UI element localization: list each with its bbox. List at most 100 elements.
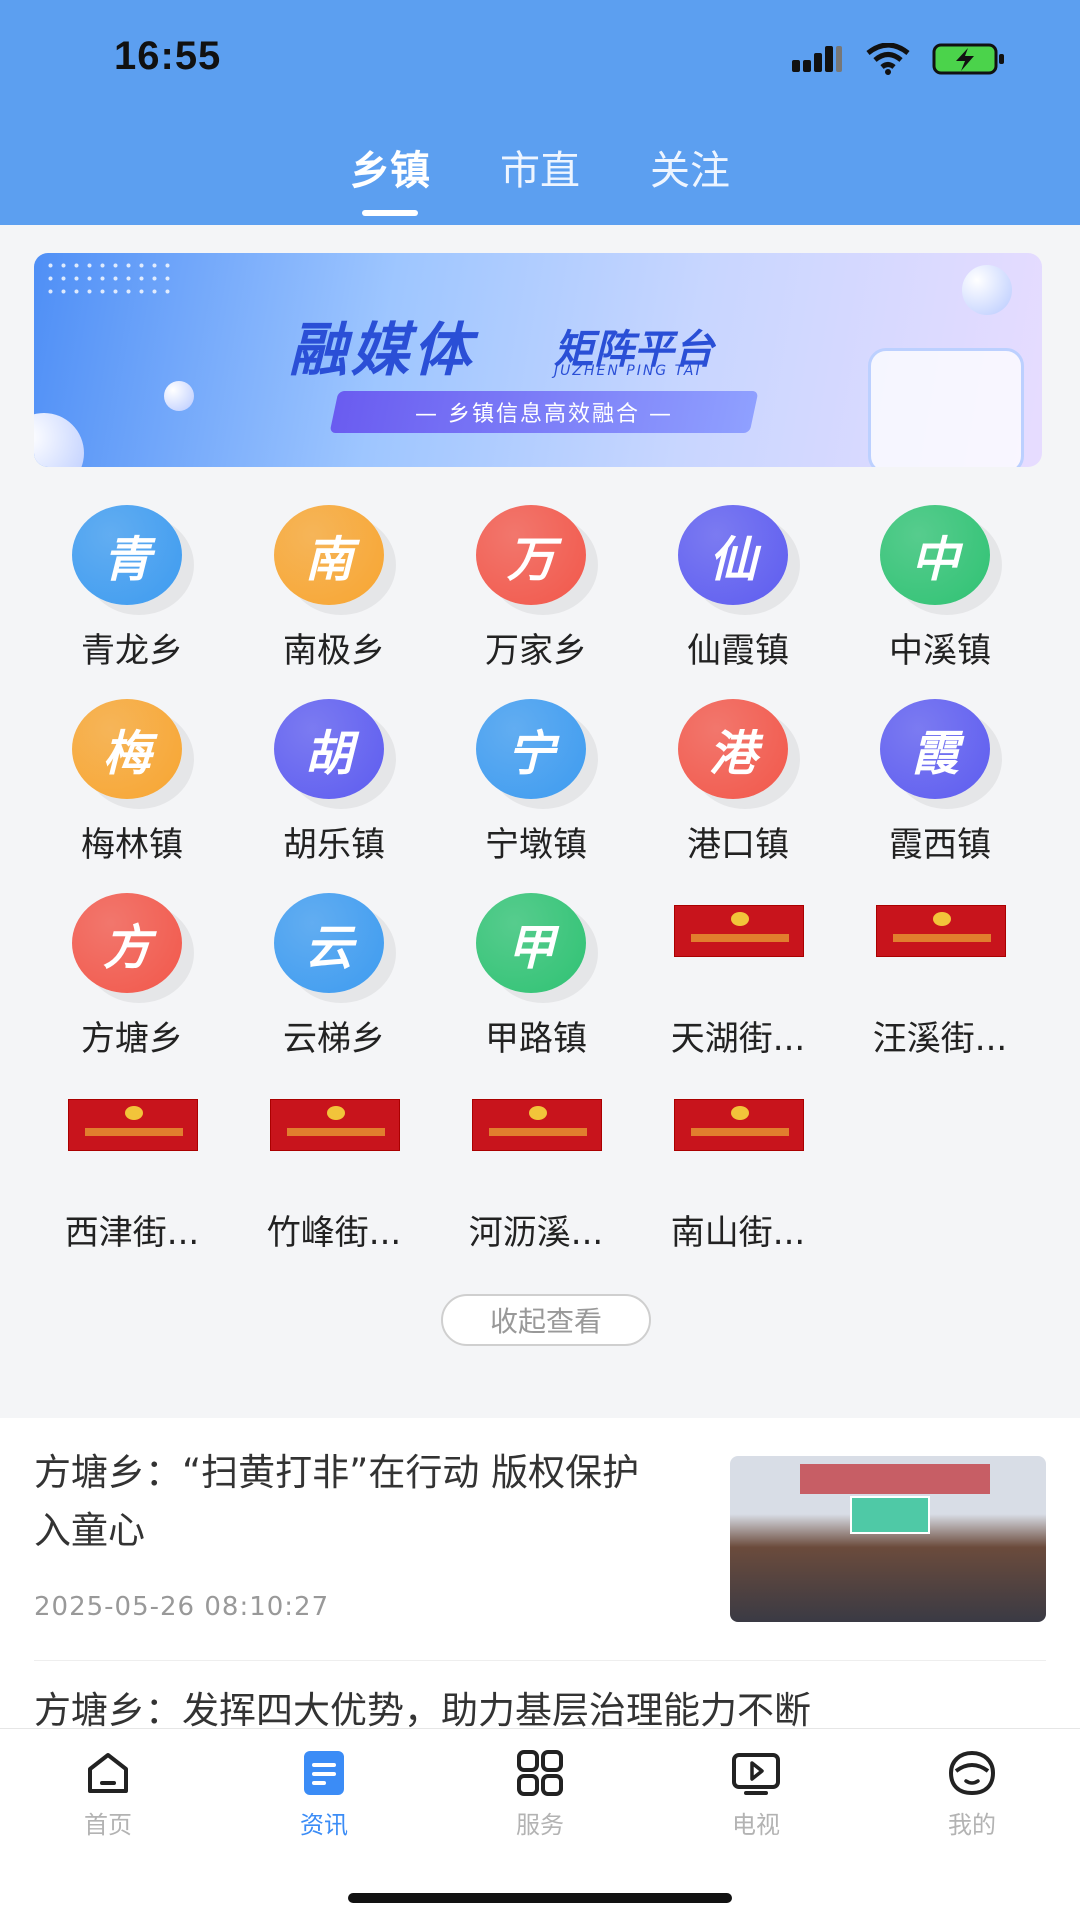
news-thumbnail[interactable] [730, 1456, 1046, 1622]
bottom-nav: 首页 资讯 服务 电视 我的 [0, 1728, 1080, 1921]
nav-news-label: 资讯 [300, 1811, 348, 1839]
thumbnail-screen [850, 1496, 930, 1534]
town-item[interactable]: 甲甲路镇 [434, 883, 638, 1073]
top-tabs: 乡镇 市直 关注 [0, 138, 1080, 196]
profile-icon [948, 1750, 996, 1796]
news-time: 2025-05-26 08:10:27 [34, 1592, 330, 1622]
nav-news[interactable]: 资讯 [264, 1747, 384, 1840]
status-time: 16:55 [114, 34, 222, 78]
tab-township[interactable]: 乡镇 [350, 138, 430, 196]
town-item[interactable]: 港港口镇 [636, 689, 840, 879]
town-badge-icon: 万 [476, 505, 586, 605]
tab-follow[interactable]: 关注 [650, 138, 730, 196]
nav-profile-label: 我的 [948, 1811, 996, 1839]
town-item[interactable]: 万万家乡 [434, 495, 638, 685]
town-item[interactable]: 竹峰街... [232, 1077, 436, 1267]
town-flag-icon [674, 905, 804, 957]
town-label: 南极乡 [283, 631, 385, 671]
town-item[interactable]: 仙仙霞镇 [636, 495, 840, 685]
town-item[interactable]: 南山街... [636, 1077, 840, 1267]
town-badge-icon: 南 [274, 505, 384, 605]
town-label: 霞西镇 [889, 825, 991, 865]
town-badge-icon: 霞 [880, 699, 990, 799]
nav-home[interactable]: 首页 [48, 1747, 168, 1840]
town-item[interactable]: 河沥溪... [434, 1077, 638, 1267]
town-label: 梅林镇 [81, 825, 183, 865]
town-badge-icon: 胡 [274, 699, 384, 799]
banner-bubble [34, 413, 84, 467]
banner-title: 融媒体 [289, 316, 476, 384]
thumbnail-banner [800, 1464, 990, 1494]
banner[interactable]: 融媒体 矩阵平台 JUZHEN PING TAI — 乡镇信息高效融合 — [34, 253, 1042, 467]
town-label: 方塘乡 [81, 1019, 183, 1059]
nav-service-label: 服务 [516, 1811, 564, 1839]
town-label: 胡乐镇 [283, 825, 385, 865]
wifi-icon [866, 43, 910, 75]
nav-service[interactable]: 服务 [480, 1747, 600, 1840]
town-item[interactable]: 霞霞西镇 [838, 689, 1042, 879]
home-icon [88, 1753, 128, 1793]
town-badge-icon: 中 [880, 505, 990, 605]
divider [34, 1660, 1046, 1661]
town-item[interactable]: 天湖街... [636, 883, 840, 1073]
town-badge-icon: 仙 [678, 505, 788, 605]
town-item[interactable]: 胡胡乐镇 [232, 689, 436, 879]
phone-illustration [868, 348, 1024, 467]
nav-profile[interactable]: 我的 [912, 1747, 1032, 1840]
home-indicator [348, 1893, 732, 1903]
banner-tagline-text: — 乡镇信息高效融合 — [415, 402, 673, 427]
town-badge-icon: 青 [72, 505, 182, 605]
town-label: 港口镇 [687, 825, 789, 865]
header: 16:55 乡镇 市直 关注 [0, 0, 1080, 225]
town-flag-icon [674, 1099, 804, 1151]
tab-city-direct[interactable]: 市直 [500, 138, 580, 196]
town-label: 青龙乡 [81, 631, 183, 671]
town-label: 中溪镇 [889, 631, 991, 671]
nav-home-label: 首页 [84, 1811, 132, 1839]
town-label: 云梯乡 [283, 1019, 385, 1059]
news-title[interactable]: 方塘乡：发挥四大优势，助力基层治理能力不断 [34, 1680, 1054, 1734]
town-item[interactable]: 方方塘乡 [30, 883, 234, 1073]
banner-subtitle-en: JUZHEN PING TAI [554, 363, 702, 379]
status-icons [792, 42, 1006, 76]
town-label: 宁墩镇 [485, 825, 587, 865]
news-title[interactable]: 方塘乡：“扫黄打非”在行动 版权保护入童心 [34, 1444, 674, 1560]
banner-bubble [962, 265, 1012, 315]
town-item[interactable]: 中中溪镇 [838, 495, 1042, 685]
town-label: 甲路镇 [485, 1019, 587, 1059]
town-badge-icon: 方 [72, 893, 182, 993]
town-flag-icon [472, 1099, 602, 1151]
tv-icon [732, 1753, 780, 1795]
town-item[interactable]: 云云梯乡 [232, 883, 436, 1073]
town-flag-icon [68, 1099, 198, 1151]
town-flag-icon [876, 905, 1006, 957]
nav-tv[interactable]: 电视 [696, 1747, 816, 1840]
town-badge-icon: 港 [678, 699, 788, 799]
town-item[interactable]: 南南极乡 [232, 495, 436, 685]
town-flag-icon [270, 1099, 400, 1151]
banner-dots [44, 259, 174, 299]
town-item[interactable]: 汪溪街... [838, 883, 1042, 1073]
town-label: 竹峰街... [266, 1213, 402, 1253]
town-item[interactable]: 青青龙乡 [30, 495, 234, 685]
town-label: 南山街... [670, 1213, 806, 1253]
town-label: 天湖街... [670, 1019, 806, 1059]
town-item[interactable]: 西津街... [30, 1077, 234, 1267]
town-item[interactable]: 梅梅林镇 [30, 689, 234, 879]
town-item[interactable]: 宁宁墩镇 [434, 689, 638, 879]
town-label: 西津街... [64, 1213, 200, 1253]
collapse-button[interactable]: 收起查看 [441, 1294, 651, 1346]
news-icon [304, 1751, 344, 1795]
town-label: 万家乡 [485, 631, 587, 671]
battery-icon [932, 43, 1004, 75]
town-label: 汪溪街... [872, 1019, 1008, 1059]
town-badge-icon: 甲 [476, 893, 586, 993]
grid-icon [517, 1750, 563, 1796]
town-label: 仙霞镇 [687, 631, 789, 671]
signal-icon [792, 46, 842, 72]
news-list: 方塘乡：“扫黄打非”在行动 版权保护入童心 2025-05-26 08:10:2… [0, 1418, 1080, 1732]
town-badge-icon: 宁 [476, 699, 586, 799]
nav-tv-label: 电视 [732, 1811, 780, 1839]
town-badge-icon: 梅 [72, 699, 182, 799]
town-label: 河沥溪... [468, 1213, 604, 1253]
